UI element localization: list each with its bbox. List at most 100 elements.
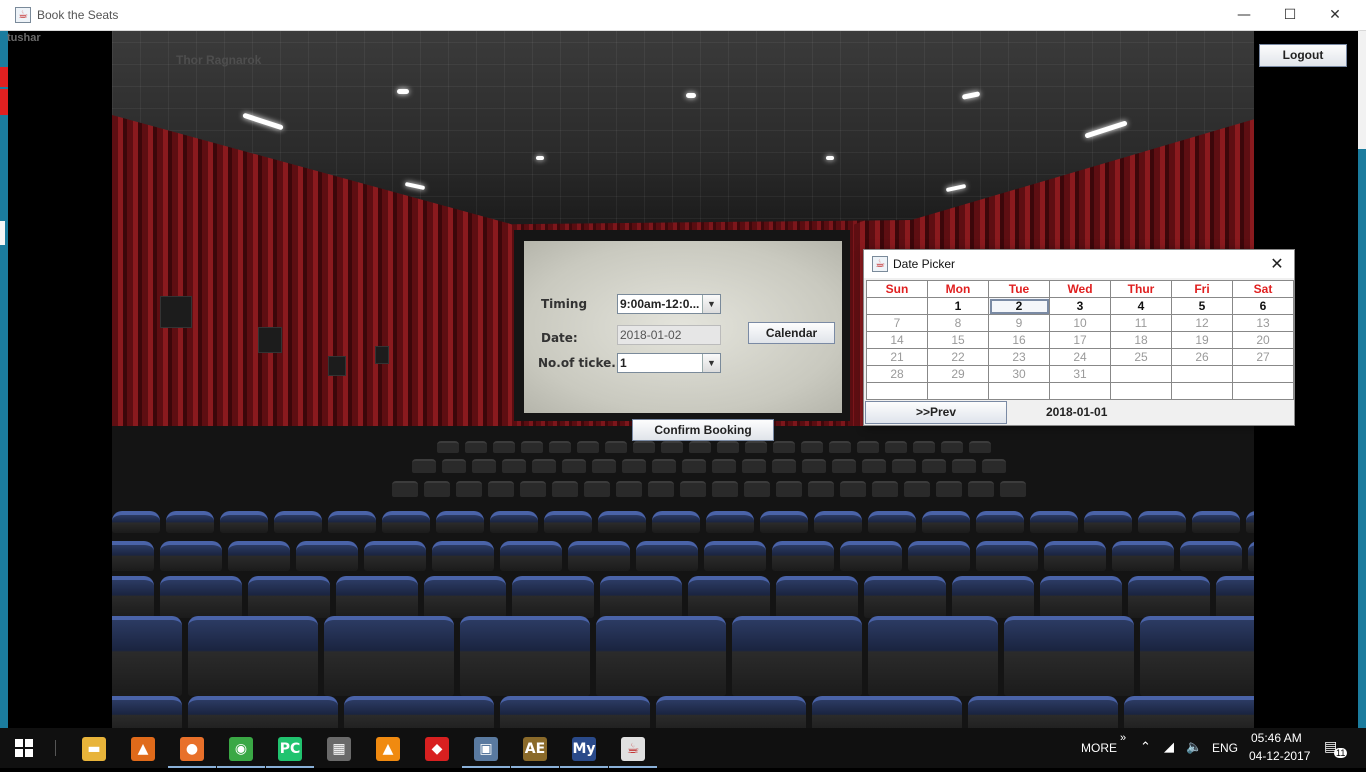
calendar-day[interactable]: 10	[1050, 315, 1111, 332]
taskbar-app-button[interactable]: ☕	[609, 728, 657, 768]
language-indicator[interactable]: ENG	[1212, 741, 1238, 755]
expand-tray-icon[interactable]: »	[1120, 732, 1126, 744]
prev-month-button[interactable]: >>Prev	[865, 401, 1007, 424]
file-explorer-icon: ▬	[82, 737, 106, 761]
calendar-day[interactable]: 23	[989, 349, 1050, 366]
calendar-day[interactable]: 9	[989, 315, 1050, 332]
clock-date[interactable]: 04-12-2017	[1249, 749, 1310, 763]
date-picker-titlebar: ☕ Date Picker ✕	[864, 250, 1294, 278]
calendar-day[interactable]: 7	[867, 315, 928, 332]
calendar-day[interactable]: 8	[928, 315, 989, 332]
calculator-icon: ▦	[327, 737, 351, 761]
weekday-header: Sat	[1233, 281, 1294, 298]
calendar-empty-cell	[1233, 383, 1294, 400]
calendar-day[interactable]: 29	[928, 366, 989, 383]
date-picker-title: Date Picker	[893, 257, 956, 271]
close-icon[interactable]: ✕	[1266, 253, 1288, 275]
matlab-icon: ▲	[131, 737, 155, 761]
maximize-button[interactable]: ☐	[1267, 0, 1313, 31]
taskbar-divider	[55, 740, 56, 756]
background-desktop-strip-right	[1358, 31, 1366, 728]
timing-value: 9:00am-12:0...	[620, 297, 700, 311]
taskbar-app-button[interactable]: ▦	[315, 728, 363, 768]
calendar-day[interactable]: 12	[1172, 315, 1233, 332]
window-title: Book the Seats	[37, 8, 119, 22]
calendar-day[interactable]: 26	[1172, 349, 1233, 366]
taskbar-app-button[interactable]: PC	[266, 728, 314, 768]
minimize-button[interactable]: —	[1221, 0, 1267, 31]
calendar-day[interactable]: 19	[1172, 332, 1233, 349]
volume-icon[interactable]: 🔈	[1186, 739, 1202, 755]
calendar-day[interactable]: 5	[1172, 298, 1233, 315]
timing-combobox[interactable]: 9:00am-12:0... ▼	[617, 294, 721, 314]
calendar-day[interactable]: 15	[928, 332, 989, 349]
close-button[interactable]: ✕	[1312, 0, 1358, 31]
calendar-day[interactable]: 21	[867, 349, 928, 366]
calendar-button[interactable]: Calendar	[748, 322, 835, 344]
background-desktop-strip-left	[0, 31, 8, 728]
logout-button[interactable]: Logout	[1259, 44, 1347, 67]
calendar-day[interactable]: 28	[867, 366, 928, 383]
confirm-booking-button[interactable]: Confirm Booking	[632, 419, 774, 441]
calendar-day[interactable]: 13	[1233, 315, 1294, 332]
tickets-value: 1	[620, 356, 627, 370]
calendar-day[interactable]: 16	[989, 332, 1050, 349]
calendar-empty-cell	[867, 383, 928, 400]
chevron-down-icon[interactable]: ▼	[702, 354, 720, 372]
java-app-icon: ☕	[872, 256, 888, 272]
calendar-empty-cell	[1050, 383, 1111, 400]
weekday-header: Sun	[867, 281, 928, 298]
calendar-day[interactable]: 22	[928, 349, 989, 366]
calendar-day[interactable]: 17	[1050, 332, 1111, 349]
calendar-empty-cell	[1111, 383, 1172, 400]
calendar-empty-cell	[1233, 366, 1294, 383]
calendar-day[interactable]: 27	[1233, 349, 1294, 366]
calendar-day[interactable]: 24	[1050, 349, 1111, 366]
taskbar-app-button[interactable]: ▣	[462, 728, 510, 768]
calendar-day[interactable]: 25	[1111, 349, 1172, 366]
java-icon: ☕	[621, 737, 645, 761]
calendar-day[interactable]: 14	[867, 332, 928, 349]
calendar-grid: Sun Mon Tue Wed Thur Fri Sat 1 2 3 4 5 6 7 8 9 10 11 12 13 1…	[866, 280, 1294, 400]
taskbar-app-button[interactable]: ◆	[413, 728, 461, 768]
clock-time[interactable]: 05:46 AM	[1251, 731, 1302, 745]
taskbar-app-button[interactable]: ●	[168, 728, 216, 768]
vlc-icon: ▲	[376, 737, 400, 761]
calendar-day[interactable]: 2	[989, 298, 1050, 315]
taskbar-app-button[interactable]: My	[560, 728, 608, 768]
firefox-icon: ●	[180, 737, 204, 761]
calendar-day[interactable]: 3	[1050, 298, 1111, 315]
taskbar-app-button[interactable]: ▲	[364, 728, 412, 768]
more-label[interactable]: MORE	[1081, 741, 1117, 755]
window-titlebar: ☕ Book the Seats — ☐ ✕	[0, 0, 1366, 31]
taskbar-app-button[interactable]: ▲	[119, 728, 167, 768]
calendar-day[interactable]: 11	[1111, 315, 1172, 332]
taskbar-app-button[interactable]: ▬	[70, 728, 118, 768]
calendar-day[interactable]: 6	[1233, 298, 1294, 315]
chevron-down-icon[interactable]: ▼	[702, 295, 720, 313]
start-button[interactable]	[0, 728, 48, 768]
wifi-icon[interactable]: ◢	[1164, 739, 1174, 755]
chevron-up-icon[interactable]: ⌃	[1140, 739, 1151, 755]
tickets-combobox[interactable]: 1 ▼	[617, 353, 721, 373]
calendar-day[interactable]: 4	[1111, 298, 1172, 315]
calendar-empty-cell	[867, 298, 928, 315]
taskbar-app-button[interactable]: AE	[511, 728, 559, 768]
logged-in-user-label: tushar	[7, 32, 41, 44]
calendar-day[interactable]: 20	[1233, 332, 1294, 349]
weekday-header: Thur	[1111, 281, 1172, 298]
taskbar-app-button[interactable]: ◉	[217, 728, 265, 768]
chrome-icon: ◉	[229, 737, 253, 761]
java-app-icon: ☕	[15, 7, 31, 23]
calendar-day[interactable]: 1	[928, 298, 989, 315]
calendar-empty-cell	[1172, 383, 1233, 400]
current-date-label: 2018-01-01	[1046, 405, 1108, 419]
calendar-day[interactable]: 30	[989, 366, 1050, 383]
calendar-day[interactable]: 18	[1111, 332, 1172, 349]
movie-title-label: Thor Ragnarok	[176, 53, 262, 67]
calendar-day[interactable]: 31	[1050, 366, 1111, 383]
garena-icon: ◆	[425, 737, 449, 761]
calendar-empty-cell	[989, 383, 1050, 400]
date-label: Date:	[541, 331, 578, 345]
date-field[interactable]: 2018-01-02	[617, 325, 721, 345]
